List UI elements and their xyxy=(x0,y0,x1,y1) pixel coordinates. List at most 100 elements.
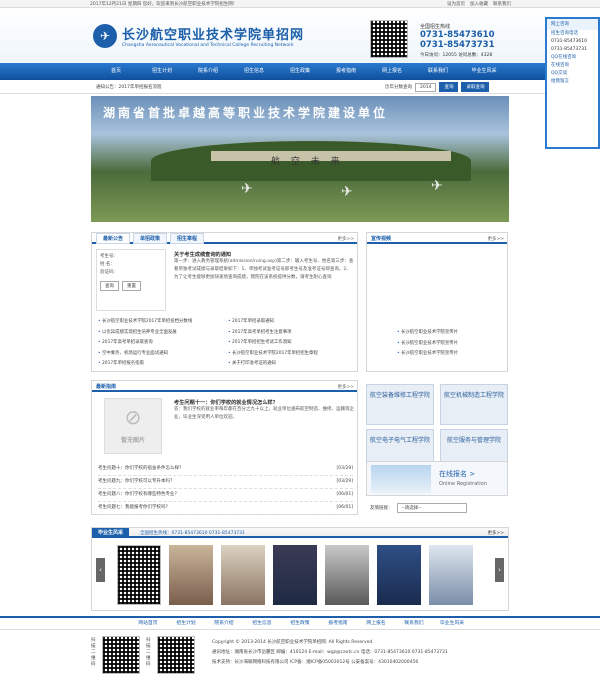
nav-item-departments[interactable]: 院系介绍 xyxy=(185,63,231,80)
footer-nav-item[interactable]: 院系介绍 xyxy=(205,618,243,629)
tab-policy[interactable]: 单招政策 xyxy=(133,233,168,244)
nav-item-info[interactable]: 招生信息 xyxy=(231,63,277,80)
footer-nav-item[interactable]: 招生政策 xyxy=(281,618,319,629)
nav-item-policy[interactable]: 招生政策 xyxy=(277,63,323,80)
favorite-link[interactable]: 加入收藏 xyxy=(470,1,488,7)
form-label-name: 姓 名： xyxy=(100,262,115,267)
qa-row[interactable]: 考生问题七：我能报考你们学校吗？ [06/01] xyxy=(98,502,353,515)
float-phone-1: 0731-85473610 xyxy=(551,39,587,44)
float-qq-chat[interactable]: QQ交谈 xyxy=(547,70,598,78)
video-list: 长沙航空职业技术学院宣传片 长沙航空职业技术学院宣传片 长沙航空职业技术学院宣传… xyxy=(397,328,458,360)
copyright: Copyright © 2013-2014 长沙航空职业技术学院单招网. All… xyxy=(212,640,374,645)
qa-list: 考生问题十：你们学校的宿舍条件怎么样？ [03/29] 考生问题九：你们学校可以专… xyxy=(98,463,353,515)
qa-row[interactable]: 考生问题八：你们学校有哪些特色专业？ [06/01] xyxy=(98,489,353,502)
query-reset-button[interactable]: 重置 xyxy=(122,281,141,291)
alumni-photo[interactable] xyxy=(169,545,213,605)
list-item[interactable]: 2017年高考单招录取查询 xyxy=(98,338,226,349)
tab-notices[interactable]: 最新公告 xyxy=(96,233,131,244)
footer-nav-item[interactable]: 联系我们 xyxy=(395,618,433,629)
float-message[interactable]: 给我留言 xyxy=(547,78,598,86)
friend-links-select[interactable]: --请选择-- xyxy=(396,503,467,513)
contact-link[interactable]: 联系我们 xyxy=(493,1,511,7)
news-list-right: 2017年单招录取通知 2017年高考单招考生注意事项 2017年单招招生考试工… xyxy=(228,317,356,370)
qa-question: 考生问题七：我能报考你们学校吗？ xyxy=(98,505,170,510)
school-name-en: Changsha Aeronautical Vocational and Tec… xyxy=(122,43,294,48)
list-item[interactable]: 2017年单招录取通知 xyxy=(228,317,356,328)
alumni-qr xyxy=(117,545,161,605)
no-image-placeholder: ⊘ 暂无图片 xyxy=(104,398,162,454)
video-item[interactable]: 长沙航空职业技术学院宣传片 xyxy=(397,339,458,350)
set-home-link[interactable]: 设为首页 xyxy=(447,1,465,7)
alumni-photo[interactable] xyxy=(221,545,265,605)
video-item[interactable]: 长沙航空职业技术学院宣传片 xyxy=(397,328,458,339)
top-links: 设为首页 加入收藏 联系我们 xyxy=(447,1,511,7)
footer-nav-item[interactable]: 招生信息 xyxy=(243,618,281,629)
banner-title: 湖南省首批卓越高等职业技术学院建设单位 xyxy=(103,106,389,120)
list-item[interactable]: 关于打印准考证的通知 xyxy=(228,359,356,370)
plane-icon: ✈ xyxy=(241,181,253,197)
students-photo xyxy=(371,465,431,493)
notice-text[interactable]: 通知公告：2017年单招报名流程 xyxy=(96,84,161,90)
video-panel: 宣传视频 更多>> 长沙航空职业技术学院宣传片 长沙航空职业技术学院宣传片 长沙… xyxy=(366,232,508,372)
footer-nav-item[interactable]: 网站首页 xyxy=(129,618,167,629)
address: 通讯地址：湖南省长沙市岳麓区 邮编：410124 E-mail：wgz@cavt… xyxy=(212,650,448,655)
footer-nav-item[interactable]: 毕业生风采 xyxy=(433,618,471,629)
tab-charter[interactable]: 招生章程 xyxy=(170,233,205,244)
list-item[interactable]: 以优异成绩实现招生培养专业全面发展 xyxy=(98,328,226,339)
list-item[interactable]: 2017年单招招生考试工作须知 xyxy=(228,338,356,349)
list-item[interactable]: 空中乘务、机场运行专业面试通知 xyxy=(98,349,226,360)
nav-item-alumni[interactable]: 毕业生风采 xyxy=(461,63,507,80)
guide-panel: 最新指南 更多>> ⊘ 暂无图片 考生问题十一：你们学校的就业情况怎么样？ 答：… xyxy=(91,380,358,515)
guide-more-link[interactable]: 更多>> xyxy=(337,384,354,390)
video-item[interactable]: 长沙航空职业技术学院宣传片 xyxy=(397,349,458,360)
query-submit-button[interactable]: 查询 xyxy=(100,281,119,291)
news-headline[interactable]: 关于考生成绩查询的通知 xyxy=(174,251,354,258)
qa-row[interactable]: 考生问题十：你们学校的宿舍条件怎么样？ [03/29] xyxy=(98,463,353,476)
search-button[interactable]: 查询 xyxy=(439,82,459,92)
form-label-code: 验证码： xyxy=(100,270,118,275)
news-more-link[interactable]: 更多>> xyxy=(337,236,354,242)
news-body: 第一步：进入教务管理系统(admission/ruing.asp)第二步：输入考… xyxy=(174,259,354,280)
score-button[interactable]: 录取查询 xyxy=(461,82,490,92)
alumni-title: 毕业生风采 xyxy=(92,528,130,537)
alumni-photo[interactable] xyxy=(273,545,317,605)
footer-nav-item[interactable]: 网上报名 xyxy=(357,618,395,629)
news-list-left: 长沙航空职业技术学院2017年单招投档分数线 以优异成绩实现招生培养专业全面发展… xyxy=(98,317,226,370)
float-qq-online[interactable]: 在线咨询 xyxy=(547,62,598,70)
float-online-link[interactable]: 网上咨询 xyxy=(547,19,598,30)
no-image-label: 暂无图片 xyxy=(120,437,145,444)
nav-item-home[interactable]: 首页 xyxy=(93,63,139,80)
guide-headline[interactable]: 考生问题十一：你们学校的就业情况怎么样？ xyxy=(174,399,354,406)
tech-support: 技术支持：长沙海联网络科技有限公司 ICP备：湘ICP备05003012号 公安… xyxy=(212,660,419,665)
list-item[interactable]: 2017年高考单招考生注意事项 xyxy=(228,328,356,339)
prev-arrow-icon[interactable]: ‹ xyxy=(96,558,105,582)
nav-item-plan[interactable]: 招生计划 xyxy=(139,63,185,80)
hotline: 全国招生热线 0731-85473610 0731-85473731 今日访问：… xyxy=(420,23,495,58)
footer-nav-item[interactable]: 招生计划 xyxy=(167,618,205,629)
year-select[interactable]: 2014 xyxy=(415,82,437,92)
nav-item-register[interactable]: 网上报名 xyxy=(369,63,415,80)
online-register[interactable]: 在线报名 > Online Registration xyxy=(366,461,508,496)
major-card[interactable]: 航空装备维修工程学院 xyxy=(366,384,434,425)
footer-info: Copyright © 2013-2014 长沙航空职业技术学院单招网. All… xyxy=(212,638,512,668)
site-logo[interactable]: ✈ 长沙航空职业技术学院单招网 Changsha Aeronautical Vo… xyxy=(93,24,304,48)
alumni-photo[interactable] xyxy=(377,545,421,605)
alumni-more-link[interactable]: 更多>> xyxy=(487,530,504,536)
nav-item-contact[interactable]: 联系我们 xyxy=(415,63,461,80)
major-card[interactable]: 航空机械制造工程学院 xyxy=(440,384,508,425)
alumni-photo[interactable] xyxy=(325,545,369,605)
video-more-link[interactable]: 更多>> xyxy=(487,236,504,242)
qa-date: [03/29] xyxy=(336,479,353,484)
next-arrow-icon[interactable]: › xyxy=(495,558,504,582)
float-qq-title: QQ在线咨询 xyxy=(551,55,577,60)
footer-qr-2 xyxy=(157,636,195,674)
footer-nav-item[interactable]: 报考指南 xyxy=(319,618,357,629)
list-item[interactable]: 2017年单招报名指南 xyxy=(98,359,226,370)
list-item[interactable]: 长沙航空职业技术学院2017年单招招生章程 xyxy=(228,349,356,360)
query-form: 考生号： 姓 名： 验证码： 查询 重置 xyxy=(96,249,166,311)
alumni-photo[interactable] xyxy=(429,545,473,605)
list-item[interactable]: 长沙航空职业技术学院2017年单招投档分数线 xyxy=(98,317,226,328)
school-name-cn: 长沙航空职业技术学院单招网 xyxy=(122,28,305,43)
qa-row[interactable]: 考生问题九：你们学校可以专升本吗？ [03/29] xyxy=(98,476,353,489)
nav-item-guide[interactable]: 报考指南 xyxy=(323,63,369,80)
